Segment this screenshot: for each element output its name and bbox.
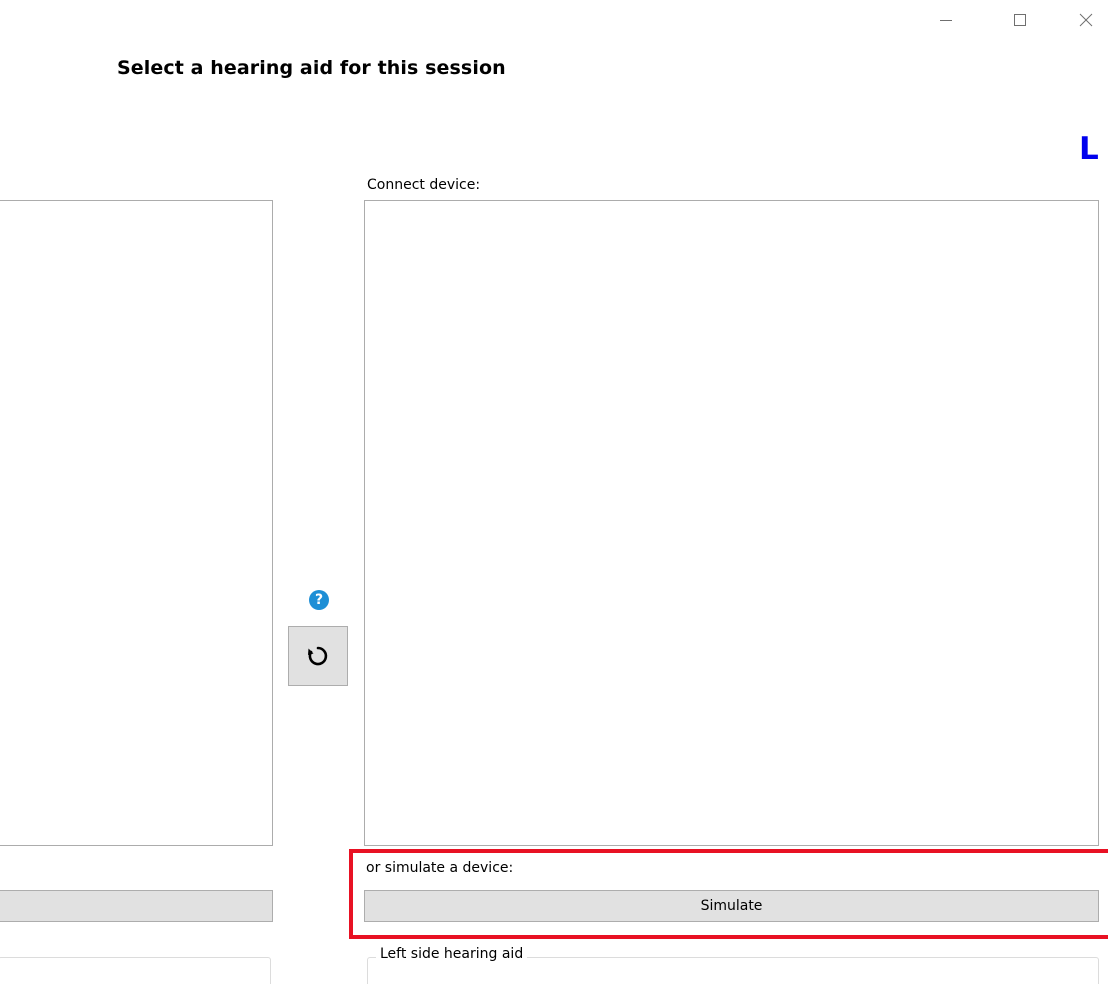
maximize-button[interactable] xyxy=(1000,8,1040,32)
close-icon xyxy=(1079,13,1093,27)
minimize-icon xyxy=(940,20,952,21)
left-group-box xyxy=(0,957,271,984)
device-list-box[interactable] xyxy=(364,200,1099,846)
simulate-device-label: or simulate a device: xyxy=(366,860,514,876)
refresh-icon xyxy=(308,646,328,666)
side-indicator: L xyxy=(1079,131,1099,167)
maximize-icon xyxy=(1014,14,1026,26)
hearing-aid-selection-window: Select a hearing aid for this session L … xyxy=(0,0,1108,984)
close-button[interactable] xyxy=(1066,8,1106,32)
left-side-hearing-aid-title: Left side hearing aid xyxy=(376,946,528,962)
left-panel-button[interactable] xyxy=(0,890,273,922)
connect-device-label: Connect device: xyxy=(367,177,481,193)
page-title: Select a hearing aid for this session xyxy=(117,57,506,79)
help-icon[interactable]: ? xyxy=(309,590,329,610)
simulate-button[interactable]: Simulate xyxy=(364,890,1099,922)
left-list-box[interactable] xyxy=(0,200,273,846)
minimize-button[interactable] xyxy=(926,8,966,32)
refresh-button[interactable] xyxy=(288,626,348,686)
